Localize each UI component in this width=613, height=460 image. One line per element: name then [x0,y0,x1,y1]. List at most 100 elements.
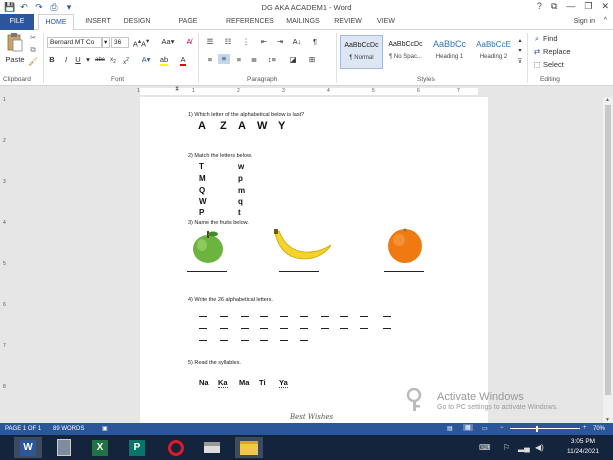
zoom-level[interactable]: 70% [593,426,605,432]
styles-scroll-down-icon[interactable]: ▾ [516,46,524,56]
numbering-icon[interactable]: ☷ [222,37,234,47]
grow-shrink-font-icon[interactable]: A▴A▾ [131,37,151,50]
zoom-slider[interactable] [510,428,580,429]
close-button[interactable]: ✕ [601,1,609,12]
taskbar-publisher[interactable]: P [123,437,151,458]
ribbon-display-button[interactable]: ⧉ [551,1,557,12]
align-left-icon[interactable]: ≡ [204,55,216,65]
multilevel-list-icon[interactable]: ⋮ [240,37,252,47]
justify-icon[interactable]: ≣ [248,55,260,65]
tab-page-layout[interactable]: PAGE LAYOUT [164,14,212,41]
clock-time[interactable]: 3:05 PM [560,438,606,445]
taskbar-word[interactable]: W [14,437,42,458]
paste-button[interactable]: Paste [4,55,26,65]
word-count[interactable]: 89 WORDS [53,426,84,432]
match-right: t [238,208,241,217]
tab-view[interactable]: VIEW [375,14,397,30]
paste-icon[interactable] [4,33,26,55]
tab-mailings[interactable]: MAILINGS [284,14,322,30]
scroll-up-icon[interactable]: ▲ [605,97,610,103]
syllable: Ya [279,378,288,388]
superscript-button[interactable]: x2 [121,55,131,68]
borders-icon[interactable]: ⊞ [306,55,318,65]
underline-button[interactable]: U [74,55,82,65]
bold-button[interactable]: B [48,55,56,65]
network-icon[interactable]: ▂▄ [518,443,530,452]
zoom-slider-thumb[interactable] [536,426,538,432]
restore-button[interactable]: ❐ [584,1,592,12]
select-icon[interactable]: ⬚ [531,60,543,70]
underline-dropdown-icon[interactable]: ▾ [84,55,92,65]
decrease-indent-icon[interactable]: ⇤ [258,37,270,47]
page-count[interactable]: PAGE 1 OF 1 [5,426,41,432]
horizontal-ruler[interactable]: 1 1 2 3 4 5 6 7 ⧗ [137,86,478,95]
tab-insert[interactable]: INSERT [84,14,112,30]
tab-file[interactable]: FILE [0,14,34,30]
copy-icon[interactable]: ⧉ [28,45,38,55]
subscript-button[interactable]: x2 [108,55,118,67]
font-name-dropdown-icon[interactable]: ▾ [102,37,110,48]
select-button[interactable]: Select [543,60,564,70]
style-heading-2[interactable]: AaBbCcE Heading 2 [472,35,515,69]
zoom-in-icon[interactable]: + [583,425,587,431]
find-icon[interactable]: ⌕ [531,34,543,44]
highlight-color-icon[interactable]: ab [158,55,170,66]
web-layout-icon[interactable]: ▭ [482,425,488,432]
font-size-box[interactable]: 36 [111,37,129,48]
italic-button[interactable]: I [62,55,70,65]
vertical-scrollbar[interactable]: ▲ ▼ [603,97,613,423]
cut-icon[interactable]: ✂ [28,33,38,43]
taskbar-printer[interactable] [198,437,226,458]
taskbar-calculator[interactable] [50,437,78,458]
styles-more-icon[interactable]: ⊽ [516,57,524,67]
change-case-icon[interactable]: Aa▾ [160,37,176,47]
strikethrough-button[interactable]: abc [94,55,106,65]
minimize-button[interactable]: — [566,1,575,12]
proofing-icon[interactable]: ▣ [102,425,108,432]
font-color-icon[interactable]: A [177,55,189,66]
group-divider [527,33,528,83]
help-button[interactable]: ? [537,1,542,12]
replace-icon[interactable]: ⇄ [531,47,543,57]
text-effects-icon[interactable]: A▾ [140,55,152,65]
notification-icon[interactable]: ⚐ [503,443,510,452]
clear-formatting-icon[interactable]: A̸ [184,37,194,47]
find-button[interactable]: Find [543,34,558,44]
question-4: 4) Write the 26 alphabetical letters. [188,297,273,303]
style-heading-1[interactable]: AaBbCc Heading 1 [428,35,471,69]
taskbar-excel[interactable]: X [86,437,114,458]
match-right: w [238,162,245,171]
indent-marker-icon[interactable]: ⧗ [175,86,179,93]
format-painter-icon[interactable]: 🖌 [28,57,38,67]
sign-in-link[interactable]: Sign in [574,18,595,25]
document-page[interactable]: 1) Which letter of the alphabetical belo… [140,97,488,423]
document-area[interactable]: 1) Which letter of the alphabetical belo… [10,97,603,423]
bullets-icon[interactable]: ☰ [204,37,216,47]
font-name-box[interactable]: Bernard MT Co [47,37,102,48]
style-normal[interactable]: AaBbCcDc ¶ Normal [340,35,383,69]
print-layout-icon[interactable]: ▦ [463,424,473,431]
align-center-icon[interactable]: ≡ [218,54,230,64]
taskbar-opera[interactable] [162,437,190,458]
keyboard-icon[interactable]: ⌨ [479,443,491,452]
show-formatting-icon[interactable]: ¶ [309,37,321,47]
sort-icon[interactable]: A↓ [291,37,303,47]
style-no-spacing[interactable]: AaBbCcDc ¶ No Spac... [384,35,427,69]
tab-review[interactable]: REVIEW [334,14,362,30]
taskbar-file-explorer[interactable] [235,437,263,458]
align-right-icon[interactable]: ≡ [233,55,245,65]
tab-design[interactable]: DESIGN [121,14,153,30]
collapse-ribbon-icon[interactable]: ^ [604,17,607,24]
read-mode-icon[interactable]: ▤ [447,425,453,432]
scroll-thumb[interactable] [605,105,611,395]
line-spacing-icon[interactable]: ↕≡ [266,55,278,65]
clock-date[interactable]: 11/24/2021 [560,448,606,455]
tab-references[interactable]: REFERENCES [226,14,274,30]
volume-icon[interactable]: ◀) [535,443,544,452]
shading-icon[interactable]: ◪ [287,55,299,65]
tab-home[interactable]: HOME [38,14,74,31]
styles-scroll-up-icon[interactable]: ▴ [516,36,524,46]
zoom-out-icon[interactable]: − [500,425,504,431]
increase-indent-icon[interactable]: ⇥ [274,37,286,47]
replace-button[interactable]: Replace [543,47,571,57]
